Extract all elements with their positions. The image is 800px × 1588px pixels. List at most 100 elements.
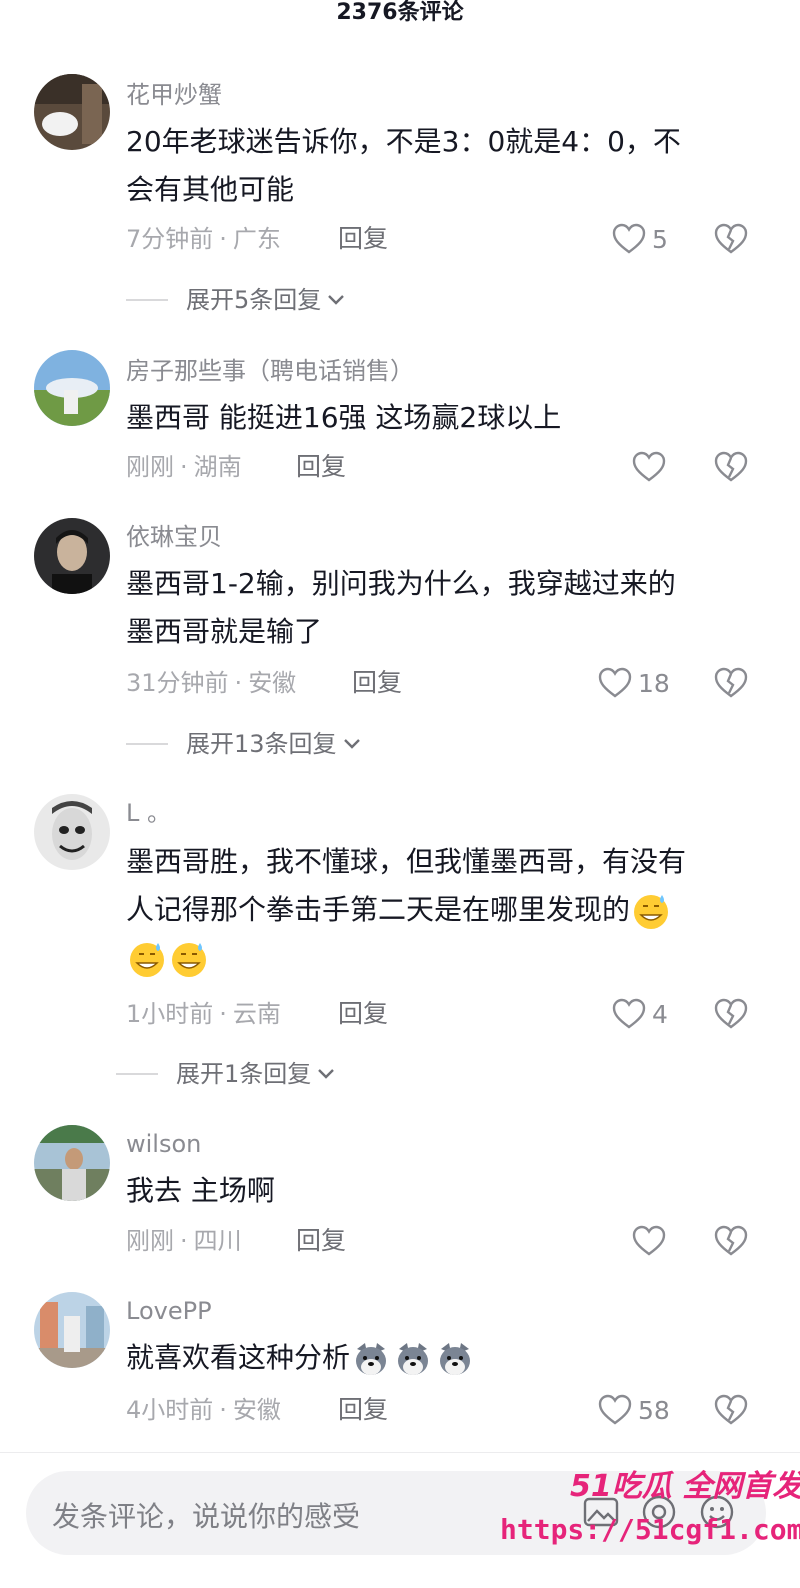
- avatar[interactable]: [34, 350, 110, 426]
- comment-location: 云南: [232, 1000, 281, 1028]
- expand-replies-button[interactable]: 展开13条回复: [126, 727, 361, 761]
- comment-meta: 刚刚 · 湖南: [126, 450, 242, 484]
- meta-dot: ·: [234, 669, 243, 697]
- reply-button[interactable]: 回复: [338, 222, 388, 256]
- watermark: 51吃瓜 全网首发 https://51cgf1.com: [490, 1455, 800, 1575]
- avatar[interactable]: [34, 74, 110, 150]
- meta-dot: ·: [180, 453, 188, 481]
- divider-line: [126, 743, 168, 745]
- meta-dot: ·: [219, 1000, 227, 1028]
- expand-replies-label: 展开13条回复: [186, 730, 337, 758]
- expand-replies-label: 展开1条回复: [176, 1060, 312, 1088]
- comment-location: 四川: [193, 1227, 242, 1255]
- reply-button[interactable]: 回复: [296, 450, 346, 484]
- comment-text-fragment: 就喜欢看这种分析: [126, 1341, 351, 1374]
- like-count: 18: [638, 668, 670, 698]
- sweat-grin-emoji-icon: [172, 943, 206, 977]
- comment-username[interactable]: 房子那些事（聘电话销售）: [126, 354, 414, 388]
- broken-heart-icon[interactable]: [714, 449, 748, 485]
- comment-time: 4小时前: [126, 1396, 214, 1424]
- reply-button[interactable]: 回复: [352, 666, 402, 700]
- comment-text-line: 20年老球迷告诉你，不是3：0就是4：0，不: [126, 125, 681, 158]
- avatar[interactable]: [34, 794, 110, 870]
- like-count: 58: [638, 1395, 670, 1425]
- chevron-down-icon: [318, 1069, 335, 1079]
- expand-replies-button[interactable]: 展开5条回复: [126, 283, 345, 317]
- comment-input-placeholder: 发条评论，说说你的感受: [52, 1500, 361, 1533]
- reply-button[interactable]: 回复: [296, 1224, 346, 1258]
- heart-icon: [612, 223, 646, 254]
- sweat-grin-emoji-icon: [130, 943, 164, 977]
- comment-text: 墨西哥 能挺进16强 这场赢2球以上: [126, 394, 756, 442]
- comment-meta: 1小时前 · 云南: [126, 997, 281, 1031]
- comment-location: 湖南: [193, 453, 242, 481]
- comment-text: 我去 主场啊: [126, 1167, 756, 1215]
- comments-header: 2376条评论: [0, 0, 800, 30]
- heart-icon: [598, 667, 632, 698]
- comment-meta: 刚刚 · 四川: [126, 1224, 242, 1258]
- comment-time: 31分钟前: [126, 669, 229, 697]
- reply-button[interactable]: 回复: [338, 997, 388, 1031]
- comment-location: 安徽: [248, 669, 297, 697]
- avatar[interactable]: [34, 518, 110, 594]
- avatar[interactable]: [34, 1125, 110, 1201]
- comment-username[interactable]: wilson: [126, 1127, 201, 1161]
- meta-dot: ·: [219, 225, 227, 253]
- comment-text-line: [126, 934, 756, 982]
- comment-text-line: 墨西哥 能挺进16强 这场赢2球以上: [126, 401, 562, 434]
- expand-replies-button[interactable]: 展开1条回复: [116, 1057, 335, 1091]
- broken-heart-icon[interactable]: [714, 996, 748, 1032]
- comment-time: 刚刚: [126, 1227, 174, 1255]
- comment-text-line: 就喜欢看这种分析: [126, 1334, 756, 1382]
- comment-text: 墨西哥胜，我不懂球，但我懂墨西哥，有没有 人记得那个拳击手第二天是在哪里发现的: [126, 838, 756, 982]
- doge-emoji-icon: [440, 1343, 471, 1375]
- expand-replies-label: 展开5条回复: [186, 286, 322, 314]
- like-button[interactable]: [632, 447, 666, 487]
- comment-count-title: 2376条评论: [336, 0, 464, 25]
- comment-text-line: 墨西哥就是输了: [126, 615, 323, 648]
- comment-text: 20年老球迷告诉你，不是3：0就是4：0，不 会有其他可能: [126, 118, 756, 214]
- comment-time: 刚刚: [126, 453, 174, 481]
- like-button[interactable]: 18: [598, 663, 670, 703]
- like-count: 5: [652, 224, 668, 254]
- broken-heart-icon[interactable]: [714, 221, 748, 257]
- comment-text-line: 会有其他可能: [126, 173, 295, 206]
- comment-username[interactable]: L 。: [126, 796, 171, 830]
- comment-meta: 7分钟前 · 广东: [126, 222, 281, 256]
- meta-dot: ·: [180, 1227, 188, 1255]
- chevron-down-icon: [328, 295, 345, 305]
- like-count: 4: [652, 999, 668, 1029]
- like-button[interactable]: [632, 1221, 666, 1261]
- avatar[interactable]: [34, 1292, 110, 1368]
- comment-meta: 4小时前 · 安徽: [126, 1393, 281, 1427]
- reply-button[interactable]: 回复: [338, 1393, 388, 1427]
- comment-text-line: 墨西哥胜，我不懂球，但我懂墨西哥，有没有: [126, 845, 687, 878]
- comment-text-line: 我去 主场啊: [126, 1174, 275, 1207]
- chevron-down-icon: [343, 739, 360, 749]
- comment-username[interactable]: LovePP: [126, 1294, 212, 1328]
- comment-text-line: 墨西哥1-2输，别问我为什么，我穿越过来的: [126, 567, 676, 600]
- divider-line: [116, 1073, 158, 1075]
- heart-icon: [632, 1225, 666, 1256]
- broken-heart-icon[interactable]: [714, 1223, 748, 1259]
- doge-emoji-icon: [398, 1343, 429, 1375]
- comment-meta: 31分钟前 · 安徽: [126, 666, 296, 700]
- doge-emoji-icon: [356, 1343, 387, 1375]
- comment-time: 7分钟前: [126, 225, 214, 253]
- watermark-brand: 51吃瓜 全网首发: [570, 1469, 800, 1504]
- comment-text: 就喜欢看这种分析: [126, 1334, 756, 1382]
- broken-heart-icon[interactable]: [714, 665, 748, 701]
- comment-username[interactable]: 依琳宝贝: [126, 520, 222, 554]
- like-button[interactable]: 5: [612, 219, 668, 259]
- comment-location: 广东: [232, 225, 281, 253]
- like-button[interactable]: 4: [612, 994, 668, 1034]
- broken-heart-icon[interactable]: [714, 1392, 748, 1428]
- comment-text-line: 人记得那个拳击手第二天是在哪里发现的: [126, 886, 756, 934]
- sweat-grin-emoji-icon: [634, 895, 669, 929]
- like-button[interactable]: 58: [598, 1390, 670, 1430]
- watermark-url: https://51cgf1.com: [500, 1513, 800, 1546]
- meta-dot: ·: [219, 1396, 227, 1424]
- comment-time: 1小时前: [126, 1000, 214, 1028]
- heart-icon: [612, 998, 646, 1029]
- comment-username[interactable]: 花甲炒蟹: [126, 78, 222, 112]
